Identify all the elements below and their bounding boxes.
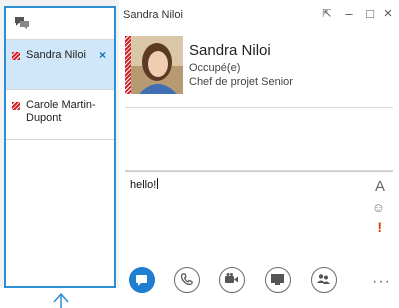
maximize-button[interactable]: □ — [360, 4, 380, 24]
minimize-button[interactable]: – — [339, 4, 359, 24]
sidebar-footer — [0, 288, 119, 308]
message-history — [125, 107, 393, 171]
conversation-toolbar: ··· — [119, 260, 399, 308]
video-button[interactable] — [219, 267, 245, 293]
status-busy-icon — [12, 52, 20, 60]
font-icon[interactable]: A — [375, 178, 385, 195]
present-icon — [271, 274, 284, 285]
conversation-window: Sandra Niloi ⇱ – □ × Sandra Niloi Occupé… — [119, 0, 399, 308]
im-icon — [136, 275, 147, 286]
conversation-item-sandra[interactable]: Sandra Niloi × — [6, 40, 114, 90]
conversation-name: Carole Martin-Dupont — [26, 99, 96, 124]
more-options-icon[interactable]: ··· — [372, 273, 391, 291]
sidebar-header — [6, 8, 114, 40]
contact-job-title: Chef de projet Senior — [189, 76, 293, 88]
conversation-item-carole[interactable]: Carole Martin-Dupont — [6, 90, 114, 140]
high-importance-icon[interactable]: ! — [377, 219, 382, 235]
im-button[interactable] — [129, 267, 155, 293]
conversation-sidebar: Sandra Niloi × Carole Martin-Dupont — [0, 0, 119, 308]
conversation-list: Sandra Niloi × Carole Martin-Dupont — [4, 6, 116, 288]
status-busy-icon — [12, 102, 20, 110]
status-busy-icon — [125, 36, 131, 94]
contact-photo — [125, 36, 183, 94]
conversations-icon[interactable] — [14, 16, 30, 30]
conversation-name: Sandra Niloi — [26, 49, 86, 61]
message-text: hello! — [130, 179, 157, 191]
contact-card: Sandra Niloi Occupé(e) Chef de projet Se… — [119, 28, 399, 100]
participants-button[interactable] — [311, 267, 337, 293]
participants-icon — [317, 274, 330, 284]
video-icon — [225, 273, 238, 283]
phone-button[interactable] — [174, 267, 200, 293]
message-input[interactable]: hello! — [130, 178, 159, 191]
window-title: Sandra Niloi — [123, 9, 183, 21]
text-caret — [157, 178, 159, 189]
emoticon-icon[interactable]: ☺ — [372, 200, 385, 215]
close-conversation-icon[interactable]: × — [99, 48, 106, 62]
compose-area[interactable]: hello! A ☺ ! — [125, 171, 393, 251]
present-button[interactable] — [265, 267, 291, 293]
phone-icon — [180, 273, 193, 285]
contact-status: Occupé(e) — [189, 62, 241, 74]
title-bar: Sandra Niloi ⇱ – □ × — [119, 0, 399, 28]
pin-icon[interactable]: ⇱ — [317, 4, 337, 24]
contact-name: Sandra Niloi — [189, 42, 271, 59]
avatar[interactable] — [125, 36, 183, 94]
close-button[interactable]: × — [378, 4, 398, 24]
expand-up-icon[interactable] — [52, 290, 70, 308]
